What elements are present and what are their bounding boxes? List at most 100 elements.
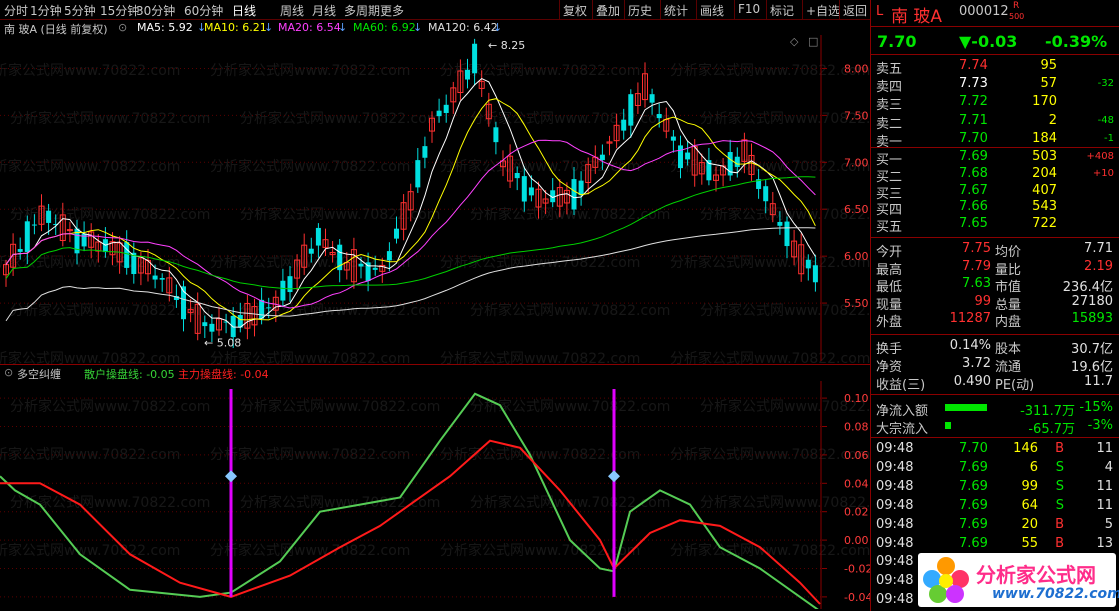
tick-time: 09:48 xyxy=(876,535,914,551)
stat-value: 15893 xyxy=(1071,311,1113,326)
candle-down xyxy=(266,307,272,309)
period-tab-2[interactable]: 5分钟 xyxy=(64,2,96,19)
period-tab-6[interactable]: 日线 xyxy=(232,2,256,19)
tick-volume: 20 xyxy=(1021,516,1038,532)
ask-change: -1 xyxy=(1104,132,1114,144)
ask-row: 卖二 7.71 2 -48 xyxy=(871,112,1119,132)
panel-divider xyxy=(871,394,1119,395)
main-force-line-label: 主力操盘线: -0.04 xyxy=(178,368,269,381)
stat-row: 今开 7.75 均价 7.71 xyxy=(871,240,1119,260)
stock-code: 000012 xyxy=(959,4,1009,19)
toolbar-action-7[interactable]: +自选 xyxy=(806,2,840,19)
period-tab-3[interactable]: 15分钟 xyxy=(100,2,139,19)
candle-down xyxy=(287,276,293,293)
toolbar-action-2[interactable]: 历史 xyxy=(628,2,652,19)
price-tick-label: 7.50 xyxy=(844,109,869,122)
tick-volume: 146 xyxy=(1013,441,1038,456)
ma-arrow-icon: ↓ xyxy=(264,21,274,34)
ask-volume: 2 xyxy=(1048,112,1057,128)
bid-volume: 543 xyxy=(1032,199,1057,215)
flow-row: 净流入额 -311.7万 -15% xyxy=(871,399,1119,419)
ma-arrow-icon: ↓ xyxy=(413,21,423,34)
ma120-line xyxy=(5,227,816,322)
toolbar-action-0[interactable]: 复权 xyxy=(563,2,587,19)
candle-down xyxy=(493,127,499,143)
candle-down xyxy=(209,323,215,332)
indicator-chart[interactable] xyxy=(0,381,822,609)
tick-side: S xyxy=(1055,459,1064,475)
stat-label: 内盘 xyxy=(995,315,1022,330)
ask-row: 卖一 7.70 184 -1 xyxy=(871,130,1119,150)
stat-label: 外盘 xyxy=(876,315,903,330)
price-axis: 8.00 7.50 7.00 6.50 6.00 5.50 xyxy=(822,62,869,310)
ask-label: 卖五 xyxy=(876,62,903,77)
pane-divider xyxy=(0,364,870,365)
tick-row: 09:48 7.69 20 B 5 xyxy=(871,516,1119,534)
candle-down xyxy=(46,210,52,223)
tick-row: 09:48 7.70 146 B 11 xyxy=(871,440,1119,458)
stat-value: 27180 xyxy=(1071,293,1113,309)
toolbar-action-3[interactable]: 统计 xyxy=(664,2,688,19)
low-price-marker: ← 5.08 xyxy=(204,336,241,349)
candle-down xyxy=(763,186,769,202)
toolbar-action-5[interactable]: F10 xyxy=(738,2,760,16)
tick-time: 09:48 xyxy=(876,573,914,589)
toolbar-action-1[interactable]: 叠加 xyxy=(596,2,620,19)
candle-down xyxy=(812,265,818,283)
ask-volume: 95 xyxy=(1040,58,1057,73)
indicator-tick-label: 0.10 xyxy=(844,392,869,405)
tick-volume: 64 xyxy=(1021,497,1038,513)
period-tab-9[interactable]: 多周期 xyxy=(344,2,380,19)
indicator-tick-label: -0.02 xyxy=(844,563,870,576)
toolbar-action-4[interactable]: 画线 xyxy=(700,2,724,19)
indicator-tick-label: 0.04 xyxy=(844,477,869,490)
last-price: 7.70 xyxy=(877,32,917,51)
tick-time: 09:48 xyxy=(876,592,914,608)
candle-down xyxy=(443,104,449,113)
candle-down xyxy=(358,263,364,267)
period-tab-8[interactable]: 月线 xyxy=(312,2,336,19)
candle-down xyxy=(81,233,87,247)
period-tab-10[interactable]: 更多 xyxy=(380,2,404,19)
kline-chart[interactable]: ← 8.25 ← 5.08 ◇ □ xyxy=(0,35,822,361)
ask-row: 卖五 7.74 95 xyxy=(871,57,1119,77)
toolbar-action-6[interactable]: 标记 xyxy=(770,2,794,19)
tick-side: S xyxy=(1055,478,1064,494)
indicator-settings-icon[interactable]: ⊙ xyxy=(4,366,13,379)
tick-time: 09:48 xyxy=(876,478,914,494)
logo-site-url: www.70822.com xyxy=(992,586,1119,602)
stat2-row: 换手 0.14% 股本 30.7亿 xyxy=(871,337,1119,357)
candle-down xyxy=(805,259,811,269)
flow-pct: -3% xyxy=(1087,418,1113,433)
candle-down xyxy=(202,322,208,327)
period-tab-4[interactable]: 30分钟 xyxy=(136,2,175,19)
period-tab-7[interactable]: 周线 xyxy=(280,2,304,19)
chart-settings-icon[interactable]: ⊙ xyxy=(118,21,127,34)
toolbar-separator xyxy=(559,0,560,19)
bid-change: +408 xyxy=(1086,151,1114,162)
panel-divider xyxy=(871,437,1119,438)
candle-down xyxy=(685,152,691,160)
toolbar-action-8[interactable]: 返回 xyxy=(843,2,867,19)
candle-down xyxy=(670,136,676,141)
ask-row: 卖四 7.73 57 -32 xyxy=(871,75,1119,95)
stat-row: 最低 7.63 市值 236.4亿 xyxy=(871,275,1119,295)
tick-time: 09:48 xyxy=(876,554,914,570)
panel-divider xyxy=(871,54,1119,55)
ma-label-3: MA60: 6.92 xyxy=(353,21,416,34)
ma-arrow-icon: ↓ xyxy=(493,21,503,34)
tick-count: 11 xyxy=(1096,478,1113,494)
period-tab-5[interactable]: 60分钟 xyxy=(184,2,223,19)
price-tick-label: 6.00 xyxy=(844,250,869,263)
candle-down xyxy=(124,242,130,268)
stat-value: 7.75 xyxy=(962,241,991,256)
period-tab-1[interactable]: 1分钟 xyxy=(30,2,62,19)
period-tab-0[interactable]: 分时 xyxy=(4,2,28,19)
flow-pct: -15% xyxy=(1079,400,1113,415)
toolbar-separator xyxy=(592,0,593,19)
price-change-pct: -0.39% xyxy=(1045,32,1108,51)
candle-down xyxy=(422,146,428,158)
quote-price-row: 7.70 ▼-0.03 -0.39% xyxy=(871,31,1119,51)
ask-volume: 57 xyxy=(1040,76,1057,92)
ma-label-0: MA5: 5.92 xyxy=(137,21,193,34)
